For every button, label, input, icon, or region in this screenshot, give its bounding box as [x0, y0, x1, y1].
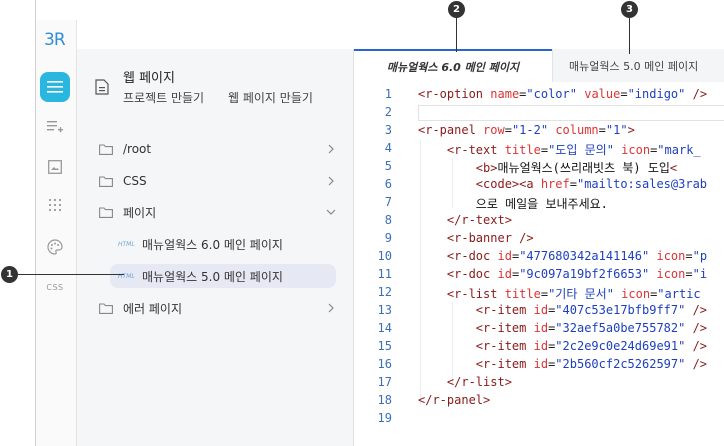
code-line: <r-banner />: [446, 231, 534, 245]
folder-label: /root: [123, 142, 152, 156]
page-item-label: 매뉴얼웍스 5.0 메인 페이지: [142, 269, 283, 284]
code-line: 으로 메일을 보내주세요.: [475, 197, 608, 211]
line-number: 3: [384, 123, 392, 137]
palette-icon[interactable]: [40, 232, 70, 262]
top-bar: [77, 20, 724, 50]
line-number: 16: [377, 357, 392, 371]
code-line: <r-item id="2b560cf2c5262597" />: [475, 357, 708, 371]
folder-icon: [99, 143, 113, 155]
chevron-right-icon: [328, 303, 334, 313]
current-line-highlight: [418, 105, 724, 121]
editor-tabs: 매뉴얼웍스 6.0 메인 페이지 매뉴얼웍스 5.0 메인 페이지: [354, 49, 724, 82]
code-line: <r-item id="2c2e9c0e24d69e91" />: [475, 339, 708, 353]
line-number: 10: [377, 249, 392, 263]
line-number: 19: [377, 411, 392, 425]
code-line: <r-text title="도입 문의" icon="mark_: [446, 143, 701, 157]
line-number: 7: [384, 195, 392, 209]
line-number: 8: [384, 213, 392, 227]
line-number: 11: [377, 267, 392, 281]
line-number: 13: [377, 303, 392, 317]
app-logo: 3R: [44, 30, 66, 50]
code-line: <code><a href="mailto:sales@3rab: [475, 177, 708, 191]
tab-main-5[interactable]: 매뉴얼웍스 5.0 메인 페이지: [552, 49, 724, 82]
grid-icon[interactable]: [40, 190, 70, 220]
code-line: <r-list title="기타 문서" icon="artic: [446, 287, 701, 301]
line-number: 12: [377, 285, 392, 299]
page-item-6[interactable]: HTML 매뉴얼웍스 6.0 메인 페이지: [110, 232, 336, 256]
code-line: </r-panel>: [418, 393, 491, 407]
line-number: 9: [384, 231, 392, 245]
tab-main-6[interactable]: 매뉴얼웍스 6.0 메인 페이지: [354, 49, 552, 82]
document-icon: [95, 79, 109, 95]
code-line: <r-panel row="1-2" column="1">: [418, 123, 635, 137]
line-number: 14: [377, 321, 392, 335]
project-sidebar: 웹 페이지 프로젝트 만들기 웹 페이지 만들기 /root CSS 페이지 H…: [77, 49, 354, 446]
css-icon[interactable]: CSS: [40, 272, 70, 302]
chevron-right-icon: [328, 144, 334, 154]
code-line: <r-doc id="477680342a141146" icon="p: [446, 249, 708, 263]
code-line: <b>매뉴얼웍스(쓰리래빗츠 북) 도입<: [475, 161, 678, 175]
folder-label: CSS: [123, 174, 147, 188]
breadcrumb-project[interactable]: 프로젝트 만들기: [123, 89, 204, 106]
folder-label: 에러 페이지: [123, 301, 183, 316]
line-number: 18: [377, 393, 392, 407]
folder-label: 페이지: [123, 205, 157, 220]
page-item-5[interactable]: HTML 매뉴얼웍스 5.0 메인 페이지: [110, 264, 336, 288]
chevron-right-icon: [328, 176, 334, 186]
code-line: </r-text>: [446, 213, 512, 227]
line-number: 1: [384, 87, 392, 101]
line-number: 2: [384, 105, 392, 119]
menu-icon[interactable]: [40, 72, 70, 102]
code-editor[interactable]: 1 2 3 4 5 6 7 8 9 10 11 12 13 14 15 16 1…: [354, 82, 724, 446]
code-line: <r-item id="32aef5a0be755782" />: [475, 321, 708, 335]
page-item-label: 매뉴얼웍스 6.0 메인 페이지: [142, 237, 283, 252]
callout-badge-1: 1: [1, 266, 18, 283]
css-label: CSS: [46, 282, 64, 292]
image-icon[interactable]: [40, 152, 70, 182]
code-line: <r-option name="color" value="indigo" />: [418, 87, 708, 101]
icon-rail: 3R CSS: [36, 20, 77, 446]
project-title: 웹 페이지: [123, 71, 175, 86]
folder-root[interactable]: /root: [99, 137, 337, 161]
breadcrumb-page[interactable]: 웹 페이지 만들기: [228, 89, 313, 106]
line-number: 4: [384, 141, 392, 155]
callout-badge-3: 3: [621, 1, 638, 18]
callout-line: [16, 274, 124, 275]
callout-line: [629, 18, 630, 54]
code-line: <r-doc id="9c097a19bf2f6653" icon="i: [446, 267, 708, 281]
folder-icon: [99, 302, 113, 314]
html-file-icon: HTML: [118, 240, 135, 248]
folder-icon: [99, 206, 113, 218]
folder-css[interactable]: CSS: [99, 169, 337, 193]
code-line: </r-list>: [446, 375, 512, 389]
folder-pages[interactable]: 페이지: [99, 200, 337, 224]
folder-error-pages[interactable]: 에러 페이지: [99, 296, 337, 320]
line-number: 15: [377, 339, 392, 353]
line-number: 6: [384, 177, 392, 191]
chevron-down-icon: [326, 209, 336, 215]
line-number: 5: [384, 159, 392, 173]
add-list-icon[interactable]: [40, 112, 70, 142]
folder-icon: [99, 175, 113, 187]
callout-line: [456, 18, 457, 52]
line-number: 17: [377, 375, 392, 389]
code-line: <r-item id="407c53e17bfb9ff7" />: [475, 303, 708, 317]
callout-badge-2: 2: [448, 1, 465, 18]
